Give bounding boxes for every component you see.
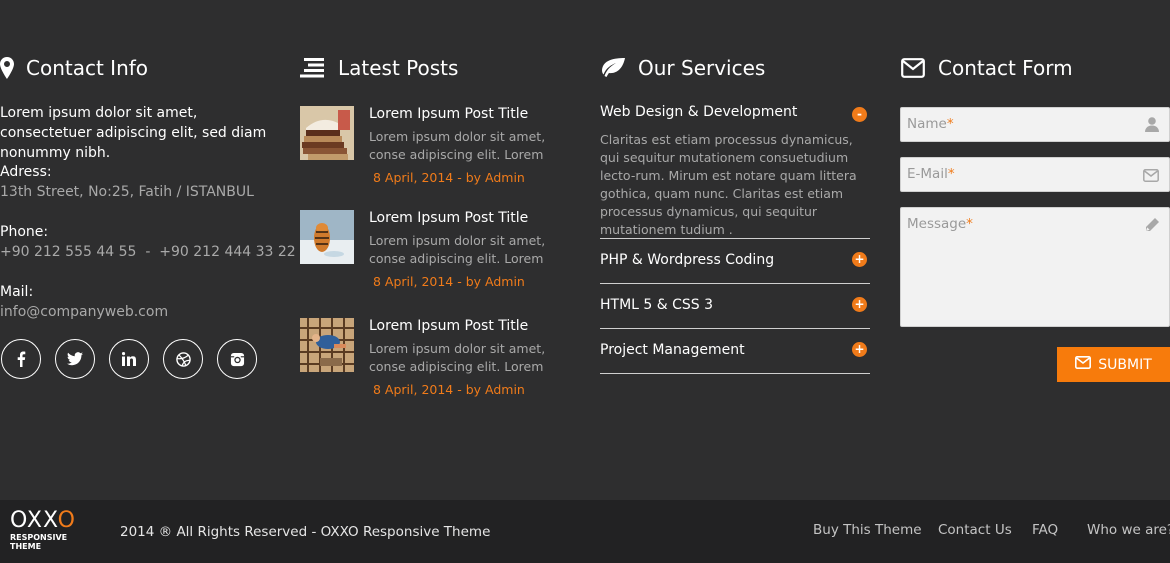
logo-subtitle: RESPONSIVE THEME [10,533,68,551]
message-field[interactable]: Message* [900,207,1170,327]
required-mark: * [966,216,973,232]
user-icon [1145,117,1159,136]
linkedin-icon[interactable] [109,339,149,379]
accordion-title[interactable]: HTML 5 & CSS 3 [600,297,713,313]
accordion-title[interactable]: PHP & Wordpress Coding [600,252,774,268]
facebook-icon[interactable] [1,339,41,379]
map-marker-icon [0,56,14,80]
post-meta[interactable]: 8 April, 2014 - by Admin [373,382,525,397]
collapse-toggle-icon[interactable]: - [852,107,867,122]
required-mark: * [947,166,955,182]
bottom-footer: OXXO RESPONSIVE THEME 2014 ® All Rights … [0,500,1170,563]
contact-form-heading: Contact Form [900,56,1073,80]
footer-link-contact[interactable]: Contact Us [938,522,1012,538]
phone-label: Phone: [0,224,49,240]
envelope-icon [1075,356,1092,373]
post-excerpt: Lorem ipsum dolor sit amet, conse adipis… [369,129,546,162]
post-meta[interactable]: 8 April, 2014 - by Admin [373,274,525,289]
required-mark: * [946,116,954,132]
name-field[interactable]: Name* [900,107,1170,142]
services-title: Our Services [638,56,766,80]
expand-toggle-icon[interactable]: + [852,342,867,357]
address-value: 13th Street, No:25, Fatih / ISTANBUL [0,184,254,200]
accordion-item[interactable]: PHP & Wordpress Coding + [600,239,870,284]
post-thumbnail-books[interactable] [300,106,354,160]
footer-link-buy-theme[interactable]: Buy This Theme [813,522,922,538]
latest-posts-title: Latest Posts [338,56,459,80]
mail-value[interactable]: info@companyweb.com [0,304,168,320]
envelope-icon [900,56,926,80]
post-item[interactable]: Lorem Ipsum Post Title Lorem ipsum dolor… [300,106,560,196]
services-heading: Our Services [600,56,765,80]
post-excerpt: Lorem ipsum dolor sit amet, conse adipis… [369,233,546,266]
envelope-icon [1143,167,1159,186]
accordion-title[interactable]: Web Design & Development [600,104,797,120]
instagram-icon[interactable] [217,339,257,379]
expand-toggle-icon[interactable]: + [852,297,867,312]
footer-link-faq[interactable]: FAQ [1032,522,1058,538]
latest-posts-heading: Latest Posts [300,56,458,80]
list-icon [300,56,326,80]
mail-label: Mail: [0,284,34,300]
footer-widgets-area: Contact Info Lorem ipsum dolor sit amet,… [0,0,1170,500]
pencil-icon [1145,217,1159,236]
footer-link-about[interactable]: Who we are? [1087,522,1170,538]
expand-toggle-icon[interactable]: + [852,252,867,267]
contact-info-title: Contact Info [26,56,149,80]
accordion-content: Claritas est etiam processus dynamicus, … [600,132,857,237]
copyright-text: 2014 ® All Rights Reserved - OXXO Respon… [120,524,491,540]
twitter-icon[interactable] [55,339,95,379]
site-logo[interactable]: OXXO RESPONSIVE THEME [10,508,100,551]
social-links [1,339,257,379]
accordion-item[interactable]: HTML 5 & CSS 3 + [600,284,870,329]
logo-text-accent: O [57,508,76,533]
post-thumbnail-tiger[interactable] [300,210,354,264]
email-field[interactable]: E-Mail* [900,157,1170,192]
logo-text: OXX [10,508,58,533]
post-title[interactable]: Lorem Ipsum Post Title [369,106,528,122]
contact-intro-text: Lorem ipsum dolor sit amet, consectetuer… [0,105,267,161]
post-thumbnail-climber[interactable] [300,318,354,372]
name-placeholder: Name [907,116,947,132]
message-placeholder: Message [907,216,967,232]
accordion-item[interactable]: Project Management + [600,329,870,374]
accordion-item-open[interactable]: Web Design & Development - Claritas est … [600,104,870,239]
contact-info-heading: Contact Info [0,56,148,80]
dribbble-icon[interactable] [163,339,203,379]
post-item[interactable]: Lorem Ipsum Post Title Lorem ipsum dolor… [300,318,560,408]
post-meta[interactable]: 8 April, 2014 - by Admin [373,170,525,185]
submit-label: SUBMIT [1098,356,1152,373]
email-placeholder: E-Mail [907,166,948,182]
leaf-icon [600,56,626,80]
post-item[interactable]: Lorem Ipsum Post Title Lorem ipsum dolor… [300,210,560,300]
submit-button[interactable]: SUBMIT [1057,347,1170,382]
address-label: Adress: [0,164,52,180]
post-title[interactable]: Lorem Ipsum Post Title [369,318,528,334]
accordion-title[interactable]: Project Management [600,342,745,358]
post-excerpt: Lorem ipsum dolor sit amet, conse adipis… [369,341,546,374]
phone-value: +90 212 555 44 55 - +90 212 444 33 22 [0,244,296,260]
post-title[interactable]: Lorem Ipsum Post Title [369,210,528,226]
contact-form-title: Contact Form [938,56,1073,80]
